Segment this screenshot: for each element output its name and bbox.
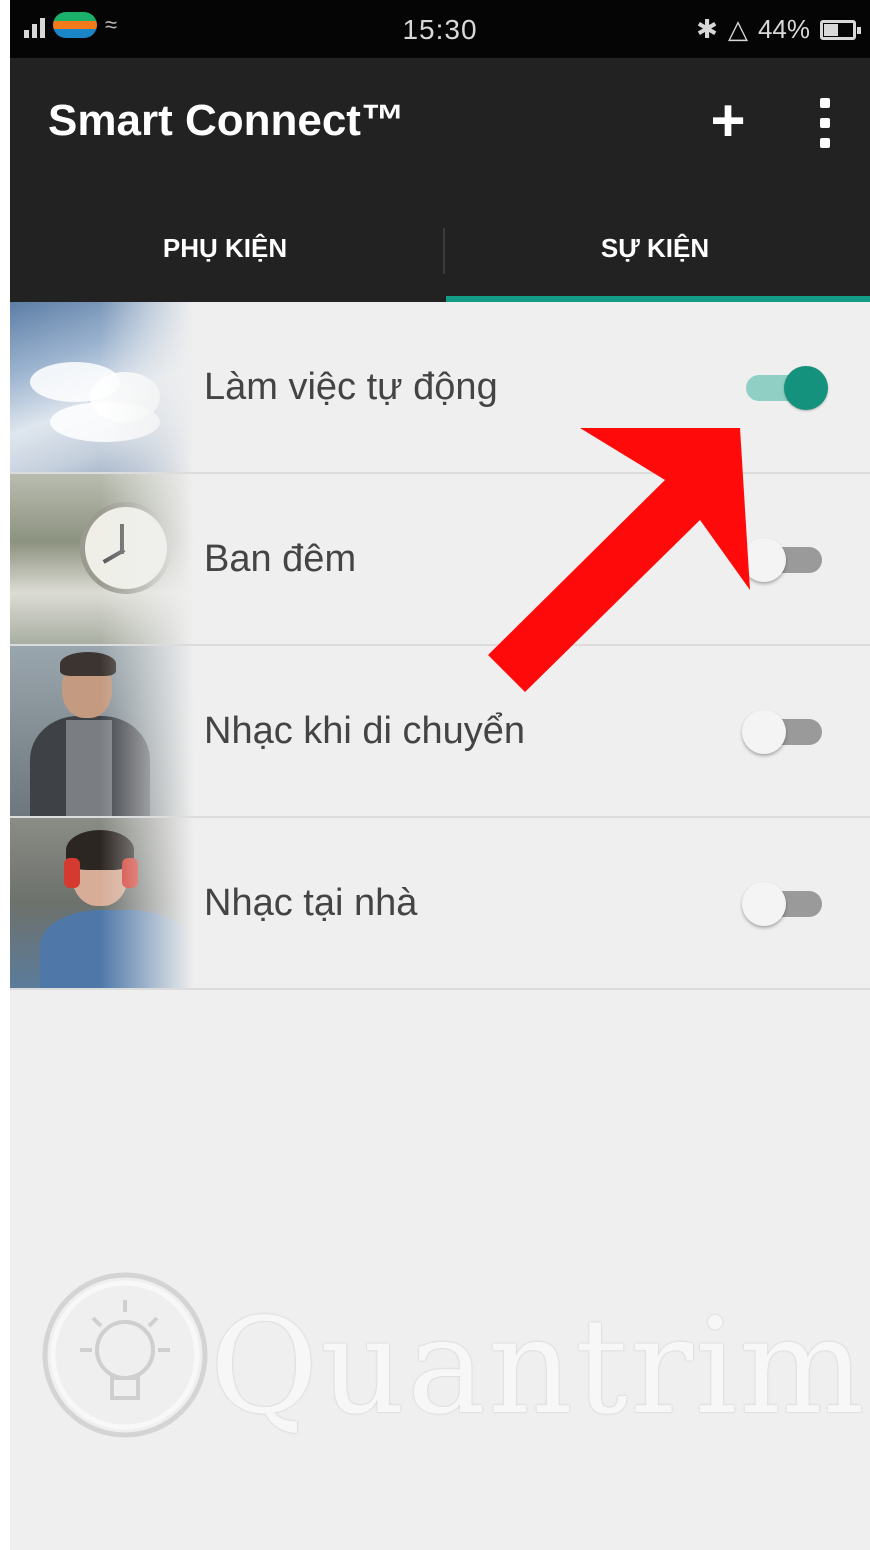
- watermark-text: Quantrimang: [210, 1290, 870, 1444]
- battery-icon: [820, 19, 861, 40]
- status-bar: ≈ 15:30 ✱ △ 44%: [10, 0, 870, 58]
- toggle-nhac-tai-nha[interactable]: [742, 882, 826, 926]
- toggle-ban-dem[interactable]: [742, 538, 826, 582]
- phone-screen: ≈ 15:30 ✱ △ 44% Smart Connect™ + PHỤ KIỆ…: [10, 0, 870, 1550]
- tab-su-kien[interactable]: SỰ KIỆN: [440, 208, 870, 302]
- sky-thumbnail: [10, 302, 210, 472]
- event-label: Nhạc khi di chuyển: [204, 710, 526, 752]
- alarm-icon: △: [727, 14, 748, 44]
- event-label: Nhạc tại nhà: [204, 882, 418, 924]
- more-vert-icon[interactable]: [810, 98, 840, 148]
- girl-headphones-thumbnail: [10, 818, 210, 988]
- app-title: Smart Connect™: [48, 96, 405, 145]
- alarm-clock-thumbnail: [10, 474, 210, 644]
- battery-percent: 44%: [757, 14, 810, 44]
- toggle-nhac-khi-di-chuyen[interactable]: [742, 710, 826, 754]
- list-item[interactable]: Nhạc tại nhà: [10, 818, 870, 990]
- lightbulb-icon: [42, 1272, 208, 1438]
- list-item[interactable]: Làm việc tự động: [10, 302, 870, 474]
- tab-bar: PHỤ KIỆN SỰ KIỆN: [10, 208, 870, 302]
- toggle-lam-viec-tu-dong[interactable]: [742, 366, 828, 410]
- list-item[interactable]: Nhạc khi di chuyển: [10, 646, 870, 818]
- tab-phu-kien[interactable]: PHỤ KIỆN: [10, 208, 440, 302]
- event-label: Ban đêm: [204, 538, 357, 580]
- list-item[interactable]: Ban đêm: [10, 474, 870, 646]
- add-icon[interactable]: +: [706, 86, 750, 156]
- watermark-logo: Quantrimang: [40, 1270, 870, 1470]
- bluetooth-icon: ✱: [696, 14, 718, 44]
- app-bar: Smart Connect™ + PHỤ KIỆN SỰ KIỆN: [10, 58, 870, 302]
- man-thumbnail: [10, 646, 210, 816]
- event-list: Làm việc tự động Ban đêm Nhạc khi di chu…: [10, 302, 870, 990]
- event-label: Làm việc tự động: [204, 366, 498, 408]
